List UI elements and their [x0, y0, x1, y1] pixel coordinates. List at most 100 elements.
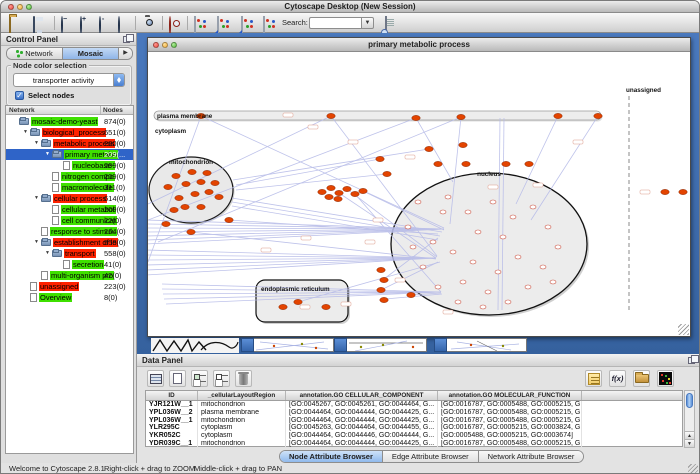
tab-overflow-arrow-icon[interactable]: ▶: [119, 48, 132, 59]
table-row[interactable]: YPL036W__2plasma membrane[GO:0044464, GO…: [146, 409, 682, 417]
close-window-icon[interactable]: [8, 4, 14, 10]
network-node[interactable]: [412, 115, 420, 120]
plasma-membrane-region[interactable]: [154, 111, 601, 120]
new-attribute-icon[interactable]: [169, 370, 186, 387]
window-resize-grip[interactable]: [678, 324, 689, 335]
unselect-attributes-icon[interactable]: [213, 370, 230, 387]
nucleus-node[interactable]: [500, 235, 506, 239]
scroll-up-icon[interactable]: ▲: [685, 431, 694, 439]
search-input[interactable]: [309, 17, 361, 29]
network-node[interactable]: [197, 204, 205, 209]
network-node[interactable]: [376, 156, 384, 161]
network-node[interactable]: [191, 191, 199, 196]
nucleus-node[interactable]: [525, 285, 531, 289]
select-attributes-icon[interactable]: [191, 370, 208, 387]
network-window-titlebar[interactable]: primary metabolic process: [148, 38, 690, 52]
nucleus-node[interactable]: [495, 270, 501, 274]
network-node[interactable]: [554, 113, 562, 118]
network-node[interactable]: [377, 267, 385, 272]
nucleus-node[interactable]: [420, 265, 426, 269]
tree-row[interactable]: ▼cellular process614(0): [6, 193, 133, 204]
nucleus-node[interactable]: [480, 305, 486, 309]
title-bar[interactable]: Cytoscape Desktop (New Session): [1, 1, 699, 13]
network-node[interactable]: [327, 113, 335, 118]
app-resize-grip[interactable]: [688, 464, 698, 474]
network-node[interactable]: [359, 188, 367, 193]
tab-network-attribute-browser[interactable]: Network Attribute Browser: [479, 451, 584, 462]
column-cellular-component[interactable]: annotation.GO CELLULAR_COMPONENT: [286, 391, 438, 400]
tree-row[interactable]: unassigned223(0): [6, 281, 133, 292]
minimized-titlebar[interactable]: [434, 338, 447, 352]
tree-row[interactable]: cellular metabol209(0): [6, 204, 133, 215]
table-row[interactable]: YPL036W__1mitochondrion[GO:0044464, GO:0…: [146, 417, 682, 425]
tree-row[interactable]: macromolecule311(0): [6, 182, 133, 193]
close-view-icon[interactable]: [153, 42, 159, 48]
network-node[interactable]: [343, 186, 351, 191]
minimize-view-icon[interactable]: [162, 42, 168, 48]
column-layout-region[interactable]: _cellularLayoutRegion: [198, 391, 286, 400]
network-node[interactable]: [679, 189, 687, 194]
network-node[interactable]: [215, 194, 223, 199]
nucleus-node[interactable]: [410, 245, 416, 249]
nucleus-node[interactable]: [465, 210, 471, 214]
tree-row[interactable]: ▼biological_process651(0): [6, 127, 133, 138]
nucleus-node[interactable]: [550, 280, 556, 284]
minimize-window-icon[interactable]: [17, 4, 23, 10]
formula-icon[interactable]: f(x): [609, 370, 626, 387]
zoom-view-icon[interactable]: [171, 42, 177, 48]
nucleus-node[interactable]: [510, 215, 516, 219]
network-node[interactable]: [318, 189, 326, 194]
column-nodes[interactable]: Nodes: [101, 106, 133, 114]
network-node[interactable]: [335, 190, 343, 195]
network-node[interactable]: [594, 113, 602, 118]
nucleus-node[interactable]: [540, 265, 546, 269]
nucleus-node[interactable]: [485, 290, 491, 294]
node-color-dropdown[interactable]: transporter activity: [13, 73, 125, 87]
tab-mosaic[interactable]: Mosaic: [63, 48, 119, 59]
tree-row[interactable]: ▼metabolic process280(0): [6, 138, 133, 149]
table-scrollbar[interactable]: ▲ ▼: [684, 390, 695, 448]
nucleus-node[interactable]: [505, 300, 511, 304]
network-node[interactable]: [377, 287, 385, 292]
table-row[interactable]: YKR052Ccytoplasm[GO:0044464, GO:0044446,…: [146, 432, 682, 440]
delete-attribute-icon[interactable]: [235, 370, 252, 387]
network-node[interactable]: [334, 196, 342, 201]
nucleus-node[interactable]: [555, 245, 561, 249]
network-view-window[interactable]: primary metabolic process: [147, 37, 691, 337]
expanded-triangle-icon[interactable]: ▼: [34, 237, 41, 248]
network-node[interactable]: [187, 229, 195, 234]
network-node[interactable]: [172, 173, 180, 178]
minimized-titlebar[interactable]: [241, 338, 254, 352]
network-node[interactable]: [188, 169, 196, 174]
zoom-window-icon[interactable]: [26, 4, 32, 10]
network-node[interactable]: [425, 146, 433, 151]
network-node[interactable]: [383, 171, 391, 176]
nucleus-node[interactable]: [470, 260, 476, 264]
network-node[interactable]: [380, 277, 388, 282]
column-molecular-function[interactable]: annotation.GO MOLECULAR_FUNCTION: [438, 391, 582, 400]
float-panel-icon[interactable]: [123, 36, 130, 43]
minimized-titlebar[interactable]: [334, 338, 347, 352]
network-node[interactable]: [380, 297, 388, 302]
tab-network[interactable]: Network: [7, 48, 63, 59]
expanded-triangle-icon[interactable]: ▼: [45, 248, 52, 259]
network-node[interactable]: [327, 185, 335, 190]
tree-row[interactable]: cell communicat22(0): [6, 215, 133, 226]
minimized-network-window[interactable]: [334, 338, 427, 352]
tree-row[interactable]: ▼transport558(0): [6, 248, 133, 259]
network-node[interactable]: [175, 195, 183, 200]
network-node[interactable]: [502, 161, 510, 166]
network-node[interactable]: [211, 180, 219, 185]
network-canvas[interactable]: plasma membrane cytoplasm mitochondrion …: [148, 52, 690, 336]
tab-edge-attribute-browser[interactable]: Edge Attribute Browser: [383, 451, 479, 462]
nucleus-node[interactable]: [435, 285, 441, 289]
tree-row[interactable]: secretion41(0): [6, 259, 133, 270]
tree-row[interactable]: multi-organism pro42(0): [6, 270, 133, 281]
nucleus-node[interactable]: [515, 255, 521, 259]
nucleus-node[interactable]: [475, 230, 481, 234]
mitochondrion-region[interactable]: [149, 157, 233, 223]
table-row[interactable]: YLR295Ccytoplasm[GO:0045263, GO:0044464,…: [146, 424, 682, 432]
nucleus-node[interactable]: [460, 280, 466, 284]
network-node[interactable]: [351, 191, 359, 196]
overview-thumbnail[interactable]: [151, 338, 239, 353]
